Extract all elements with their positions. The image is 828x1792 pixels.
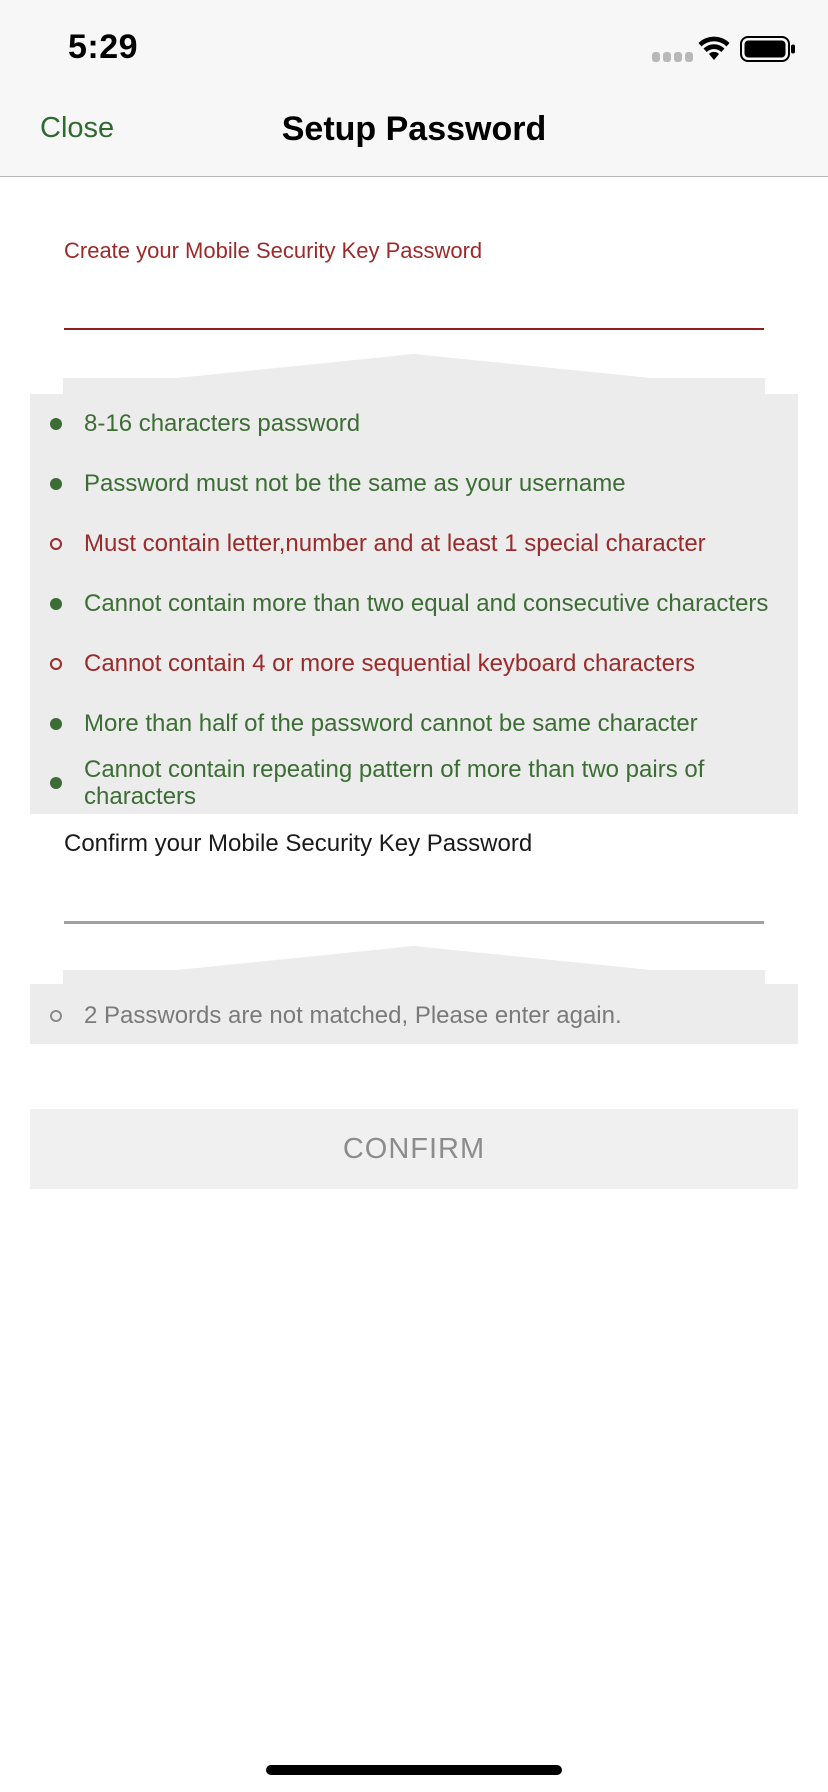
rules-panel-arrow	[63, 354, 765, 396]
rule-text: 8-16 characters password	[84, 410, 361, 437]
status-bar: 5:29	[0, 0, 828, 88]
rule-item: Cannot contain more than two equal and c…	[50, 590, 770, 617]
rule-text: Cannot contain repeating pattern of more…	[84, 756, 705, 810]
rule-text: Cannot contain more than two equal and c…	[84, 590, 769, 617]
match-panel-arrow	[63, 946, 765, 986]
confirm-password-label: Confirm your Mobile Security Key Passwor…	[64, 830, 533, 857]
battery-icon	[740, 36, 795, 62]
rule-item: 8-16 characters password	[50, 410, 770, 437]
signal-icon	[652, 52, 693, 62]
rule-item: More than half of the password cannot be…	[50, 710, 770, 737]
page-title: Setup Password	[281, 110, 547, 148]
rule-status-icon	[50, 477, 62, 490]
confirm-password-input[interactable]	[64, 856, 764, 924]
rule-text: Password must not be the same as your us…	[84, 470, 626, 497]
rule-item: Must contain letter,number and at least …	[50, 530, 770, 557]
rule-item: Password must not be the same as your us…	[50, 470, 770, 497]
rule-text: More than half of the password cannot be…	[84, 710, 698, 737]
status-time: 5:29	[68, 28, 139, 66]
rule-text: Must contain letter,number and at least …	[84, 530, 706, 557]
match-status-icon	[50, 1010, 62, 1022]
rule-status-icon	[50, 657, 62, 670]
create-password-input[interactable]	[64, 262, 764, 330]
password-match-rule: 2 Passwords are not matched, Please ente…	[50, 1002, 622, 1030]
wifi-icon	[698, 36, 730, 60]
rule-status-icon	[50, 777, 62, 789]
rule-item: Cannot contain repeating pattern of more…	[50, 756, 740, 810]
rule-status-icon	[50, 417, 62, 430]
confirm-button[interactable]: CONFIRM	[30, 1109, 798, 1189]
home-indicator	[266, 1765, 562, 1775]
rule-status-icon	[50, 537, 62, 550]
rule-text: Cannot contain 4 or more sequential keyb…	[84, 650, 696, 677]
rule-status-icon	[50, 717, 62, 730]
create-password-label: Create your Mobile Security Key Password	[64, 238, 483, 263]
match-rule-text: 2 Passwords are not matched, Please ente…	[84, 1002, 622, 1029]
nav-bar: Close Setup Password	[0, 88, 828, 177]
rule-status-icon	[50, 597, 62, 610]
rule-item: Cannot contain 4 or more sequential keyb…	[50, 650, 770, 677]
